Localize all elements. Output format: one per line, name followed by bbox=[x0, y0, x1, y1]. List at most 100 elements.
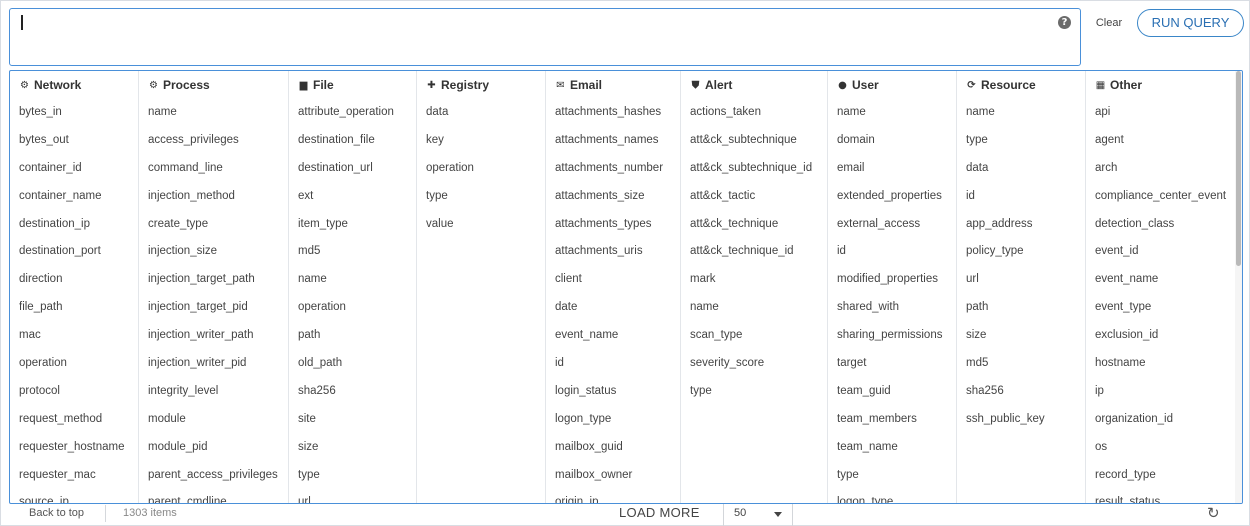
field-item[interactable]: type bbox=[417, 183, 545, 211]
field-item[interactable]: att&ck_tactic bbox=[681, 183, 827, 211]
field-item[interactable]: logon_type bbox=[828, 489, 956, 503]
field-item[interactable]: injection_size bbox=[139, 238, 288, 266]
field-item[interactable]: login_status bbox=[546, 378, 680, 406]
field-item[interactable]: modified_properties bbox=[828, 266, 956, 294]
field-item[interactable]: ip bbox=[1086, 378, 1236, 406]
field-item[interactable]: mailbox_owner bbox=[546, 462, 680, 490]
field-item[interactable]: shared_with bbox=[828, 294, 956, 322]
field-item[interactable]: att&ck_subtechnique_id bbox=[681, 155, 827, 183]
field-item[interactable]: container_name bbox=[10, 183, 138, 211]
field-item[interactable]: target bbox=[828, 350, 956, 378]
field-item[interactable]: parent_cmdline bbox=[139, 489, 288, 503]
field-item[interactable]: source_ip bbox=[10, 489, 138, 503]
field-item[interactable]: url bbox=[289, 489, 416, 503]
field-item[interactable]: module_pid bbox=[139, 434, 288, 462]
field-item[interactable]: data bbox=[417, 99, 545, 127]
field-item[interactable]: command_line bbox=[139, 155, 288, 183]
field-item[interactable]: date bbox=[546, 294, 680, 322]
field-item[interactable]: key bbox=[417, 127, 545, 155]
field-item[interactable]: agent bbox=[1086, 127, 1236, 155]
run-query-button[interactable]: RUN QUERY bbox=[1137, 9, 1244, 37]
field-item[interactable]: attribute_operation bbox=[289, 99, 416, 127]
page-size-select[interactable]: 50 bbox=[723, 504, 793, 526]
field-item[interactable]: arch bbox=[1086, 155, 1236, 183]
field-item[interactable]: name bbox=[957, 99, 1085, 127]
field-item[interactable]: data bbox=[957, 155, 1085, 183]
field-item[interactable]: destination_port bbox=[10, 238, 138, 266]
field-item[interactable]: size bbox=[957, 322, 1085, 350]
field-item[interactable]: team_name bbox=[828, 434, 956, 462]
field-item[interactable]: file_path bbox=[10, 294, 138, 322]
field-item[interactable]: attachments_uris bbox=[546, 238, 680, 266]
field-item[interactable]: mailbox_guid bbox=[546, 434, 680, 462]
field-item[interactable]: organization_id bbox=[1086, 406, 1236, 434]
vertical-scrollbar[interactable] bbox=[1235, 71, 1242, 503]
field-item[interactable]: ext bbox=[289, 183, 416, 211]
field-item[interactable]: team_guid bbox=[828, 378, 956, 406]
field-item[interactable]: attachments_size bbox=[546, 183, 680, 211]
field-item[interactable]: event_id bbox=[1086, 238, 1236, 266]
field-item[interactable]: item_type bbox=[289, 211, 416, 239]
field-item[interactable]: container_id bbox=[10, 155, 138, 183]
load-more-button[interactable]: LOAD MORE bbox=[619, 505, 700, 520]
field-item[interactable]: value bbox=[417, 211, 545, 239]
field-item[interactable]: ssh_public_key bbox=[957, 406, 1085, 434]
field-item[interactable]: requester_mac bbox=[10, 462, 138, 490]
field-item[interactable]: event_name bbox=[1086, 266, 1236, 294]
field-item[interactable]: operation bbox=[289, 294, 416, 322]
field-item[interactable]: actions_taken bbox=[681, 99, 827, 127]
field-item[interactable]: type bbox=[828, 462, 956, 490]
field-item[interactable]: path bbox=[957, 294, 1085, 322]
field-item[interactable]: injection_target_path bbox=[139, 266, 288, 294]
field-item[interactable]: client bbox=[546, 266, 680, 294]
field-item[interactable]: attachments_names bbox=[546, 127, 680, 155]
field-item[interactable]: id bbox=[957, 183, 1085, 211]
field-item[interactable]: sharing_permissions bbox=[828, 322, 956, 350]
field-item[interactable]: policy_type bbox=[957, 238, 1085, 266]
question-circle-icon[interactable]: ? bbox=[1058, 16, 1071, 29]
scrollbar-thumb[interactable] bbox=[1236, 71, 1241, 266]
field-item[interactable]: event_type bbox=[1086, 294, 1236, 322]
field-item[interactable]: att&ck_technique_id bbox=[681, 238, 827, 266]
field-item[interactable]: attachments_types bbox=[546, 211, 680, 239]
field-item[interactable]: id bbox=[828, 238, 956, 266]
field-item[interactable]: injection_method bbox=[139, 183, 288, 211]
field-item[interactable]: event_name bbox=[546, 322, 680, 350]
field-item[interactable]: old_path bbox=[289, 350, 416, 378]
field-item[interactable]: app_address bbox=[957, 211, 1085, 239]
field-item[interactable]: operation bbox=[417, 155, 545, 183]
field-item[interactable]: name bbox=[681, 294, 827, 322]
field-item[interactable]: type bbox=[289, 462, 416, 490]
clear-button[interactable]: Clear bbox=[1091, 15, 1127, 31]
field-item[interactable]: logon_type bbox=[546, 406, 680, 434]
field-item[interactable]: name bbox=[139, 99, 288, 127]
field-item[interactable]: operation bbox=[10, 350, 138, 378]
field-item[interactable]: api bbox=[1086, 99, 1236, 127]
field-item[interactable]: external_access bbox=[828, 211, 956, 239]
field-item[interactable]: md5 bbox=[289, 238, 416, 266]
field-item[interactable]: sha256 bbox=[957, 378, 1085, 406]
field-item[interactable]: site bbox=[289, 406, 416, 434]
field-item[interactable]: type bbox=[681, 378, 827, 406]
field-item[interactable]: destination_ip bbox=[10, 211, 138, 239]
field-item[interactable]: type bbox=[957, 127, 1085, 155]
field-item[interactable]: att&ck_technique bbox=[681, 211, 827, 239]
back-to-top-link[interactable]: Back to top bbox=[29, 507, 84, 519]
field-item[interactable]: integrity_level bbox=[139, 378, 288, 406]
field-item[interactable]: extended_properties bbox=[828, 183, 956, 211]
field-item[interactable]: severity_score bbox=[681, 350, 827, 378]
field-item[interactable]: destination_url bbox=[289, 155, 416, 183]
field-item[interactable]: compliance_center_event bbox=[1086, 183, 1236, 211]
field-item[interactable]: email bbox=[828, 155, 956, 183]
field-item[interactable]: requester_hostname bbox=[10, 434, 138, 462]
field-item[interactable]: detection_class bbox=[1086, 211, 1236, 239]
field-item[interactable]: size bbox=[289, 434, 416, 462]
query-input[interactable]: ? bbox=[9, 8, 1081, 66]
field-item[interactable]: bytes_in bbox=[10, 99, 138, 127]
field-item[interactable]: exclusion_id bbox=[1086, 322, 1236, 350]
field-item[interactable]: injection_writer_path bbox=[139, 322, 288, 350]
field-item[interactable]: mac bbox=[10, 322, 138, 350]
field-item[interactable]: os bbox=[1086, 434, 1236, 462]
field-item[interactable]: path bbox=[289, 322, 416, 350]
field-item[interactable]: sha256 bbox=[289, 378, 416, 406]
